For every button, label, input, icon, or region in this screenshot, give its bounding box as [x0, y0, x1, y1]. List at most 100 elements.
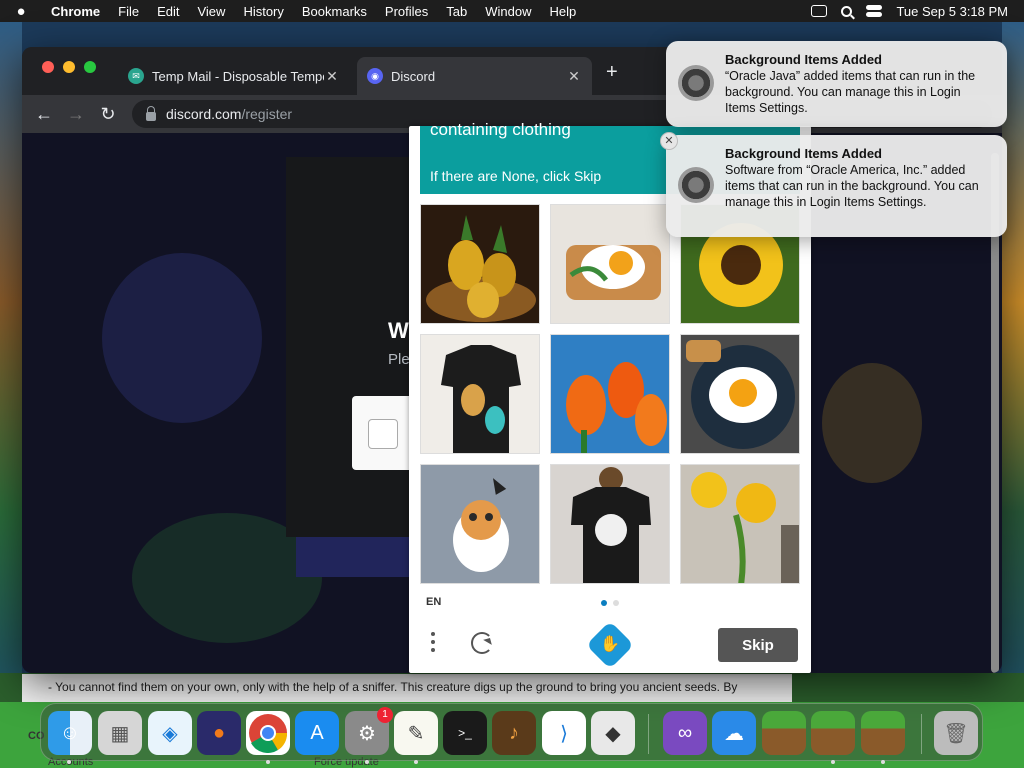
- dock-running-indicator: [67, 760, 71, 764]
- notification-title: Background Items Added: [725, 52, 882, 67]
- progress-dot: [613, 600, 619, 606]
- card-subheading: Ple: [388, 351, 410, 368]
- menu-history[interactable]: History: [234, 4, 292, 19]
- notification-body: “Oracle Java” added items that can run i…: [725, 69, 976, 115]
- menu-window[interactable]: Window: [476, 4, 540, 19]
- dock-running-indicator: [266, 760, 270, 764]
- reload-icon[interactable]: ↻: [92, 104, 124, 125]
- dock-running-indicator: [365, 760, 369, 764]
- dock-finder-icon[interactable]: ☺: [48, 711, 92, 755]
- more-options-icon[interactable]: [431, 632, 435, 652]
- menu-file[interactable]: File: [109, 4, 148, 19]
- dock-garageband-icon[interactable]: ♪: [492, 711, 536, 755]
- challenge-progress: [601, 600, 619, 606]
- desktop-wallpaper-right: [1002, 22, 1024, 722]
- cat-tshirt-gray-image: [421, 465, 539, 583]
- settings-gear-icon: [678, 65, 714, 101]
- card-heading: W: [388, 318, 409, 343]
- menu-view[interactable]: View: [188, 4, 234, 19]
- captcha-checkbox[interactable]: [368, 419, 398, 449]
- prompt-hint: If there are None, click Skip: [430, 168, 602, 184]
- dock-terminal-icon[interactable]: >_: [443, 711, 487, 755]
- url-domain: discord.com: [166, 106, 242, 122]
- dock-vscode-icon[interactable]: ⟩: [542, 711, 586, 755]
- dock-app-store-icon[interactable]: A: [295, 711, 339, 755]
- dock-separator: [921, 714, 922, 754]
- challenge-tile-sunflowers-vase[interactable]: [680, 464, 800, 584]
- background-window-text: - You cannot find them on your own, only…: [22, 674, 792, 702]
- hcaptcha-hand-icon: ✋: [600, 636, 620, 653]
- challenge-tile-egg-plate[interactable]: [680, 334, 800, 454]
- desktop-wallpaper-left: [0, 22, 22, 722]
- dock-minecraft-icon[interactable]: [811, 711, 855, 755]
- apple-menu-icon[interactable]: ●: [0, 3, 42, 20]
- spotlight-search-icon[interactable]: [841, 5, 853, 17]
- dock-weather-icon[interactable]: ☁: [712, 711, 756, 755]
- tab-title: Discord: [391, 68, 436, 84]
- tab-temp-mail[interactable]: ✉ Temp Mail - Disposable Tempor ✕: [118, 57, 350, 95]
- progress-dot-active: [601, 600, 607, 606]
- tab-close-icon[interactable]: ✕: [324, 68, 340, 85]
- dock-visual-studio-icon[interactable]: ∞: [663, 711, 707, 755]
- screen-mirroring-icon[interactable]: [811, 5, 828, 17]
- tab-title: Temp Mail - Disposable Tempor: [152, 68, 324, 84]
- notification-title: Background Items Added: [725, 146, 882, 161]
- menu-profiles[interactable]: Profiles: [376, 4, 437, 19]
- dock-launchpad-icon[interactable]: ▦: [98, 711, 142, 755]
- challenge-tile-cat-tshirt-woman[interactable]: [420, 334, 540, 454]
- challenge-tile-tulips[interactable]: [550, 334, 670, 454]
- url-path: /register: [241, 106, 293, 122]
- prompt-text: containing clothing: [430, 120, 571, 139]
- pineapples-image: [421, 205, 539, 323]
- skip-button[interactable]: Skip: [718, 628, 798, 662]
- notification-body: Software from “Oracle America, Inc.” add…: [725, 163, 979, 209]
- maximize-window-button[interactable]: [84, 61, 96, 73]
- temp-mail-favicon-icon: ✉: [128, 68, 144, 84]
- tab-discord[interactable]: ◉ Discord ✕: [357, 57, 592, 95]
- chrome-logo: [249, 714, 288, 753]
- language-selector[interactable]: EN: [426, 596, 441, 608]
- challenge-tile-pineapples[interactable]: [420, 204, 540, 324]
- lock-icon[interactable]: [146, 105, 156, 121]
- sunflowers-vase-image: [681, 465, 799, 583]
- challenge-tile-cat-tshirt-gray[interactable]: [420, 464, 540, 584]
- challenge-tile-egg-toast[interactable]: [550, 204, 670, 324]
- dock-minecraft-icon[interactable]: [762, 711, 806, 755]
- dock-chrome-icon[interactable]: [246, 711, 290, 755]
- notification-close-icon[interactable]: ✕: [660, 132, 678, 150]
- dock-running-indicator: [831, 760, 835, 764]
- dock-textedit-icon[interactable]: ✎: [394, 711, 438, 755]
- forward-arrow-icon[interactable]: →: [60, 104, 92, 125]
- notification-oracle-america[interactable]: Background Items Added Software from “Or…: [666, 135, 1007, 237]
- dock-system-settings-icon[interactable]: ⚙ 1: [345, 707, 393, 755]
- notification-badge: 1: [377, 707, 393, 723]
- notification-oracle-java[interactable]: Background Items Added “Oracle Java” add…: [666, 41, 1007, 127]
- menu-bar: ● Chrome File Edit View History Bookmark…: [0, 0, 1024, 22]
- cat-tshirt-man-image: [551, 465, 669, 583]
- new-tab-plus-icon[interactable]: +: [606, 61, 618, 84]
- menu-app-name[interactable]: Chrome: [42, 4, 109, 19]
- dock-safari-icon[interactable]: ◈: [148, 711, 192, 755]
- menubar-clock[interactable]: Tue Sep 5 3:18 PM: [896, 4, 1008, 19]
- minimize-window-button[interactable]: [63, 61, 75, 73]
- dock-minecraft-icon[interactable]: [861, 711, 905, 755]
- menu-help[interactable]: Help: [541, 4, 586, 19]
- dock: ☺ ▦ ◈ ● A ⚙ 1 ✎ >_ ♪ ⟩ ◆ ∞ ☁ 🗑: [40, 703, 983, 764]
- menu-edit[interactable]: Edit: [148, 4, 188, 19]
- menu-bookmarks[interactable]: Bookmarks: [293, 4, 376, 19]
- dock-running-indicator: [414, 760, 418, 764]
- challenge-tile-cat-tshirt-man[interactable]: [550, 464, 670, 584]
- dock-trash-icon[interactable]: 🗑: [934, 711, 978, 755]
- menu-tab[interactable]: Tab: [437, 4, 476, 19]
- egg-toast-image: [551, 205, 669, 323]
- tab-close-icon[interactable]: ✕: [566, 68, 582, 85]
- refresh-challenge-icon[interactable]: [471, 632, 493, 654]
- control-center-icon[interactable]: [866, 5, 883, 17]
- cat-tshirt-woman-image: [421, 335, 539, 453]
- dock-roblox-icon[interactable]: ◆: [591, 711, 635, 755]
- discord-favicon-icon: ◉: [367, 68, 383, 84]
- dock-running-indicator: [881, 760, 885, 764]
- close-window-button[interactable]: [42, 61, 54, 73]
- dock-firefox-icon[interactable]: ●: [197, 711, 241, 755]
- back-arrow-icon[interactable]: ←: [28, 104, 60, 125]
